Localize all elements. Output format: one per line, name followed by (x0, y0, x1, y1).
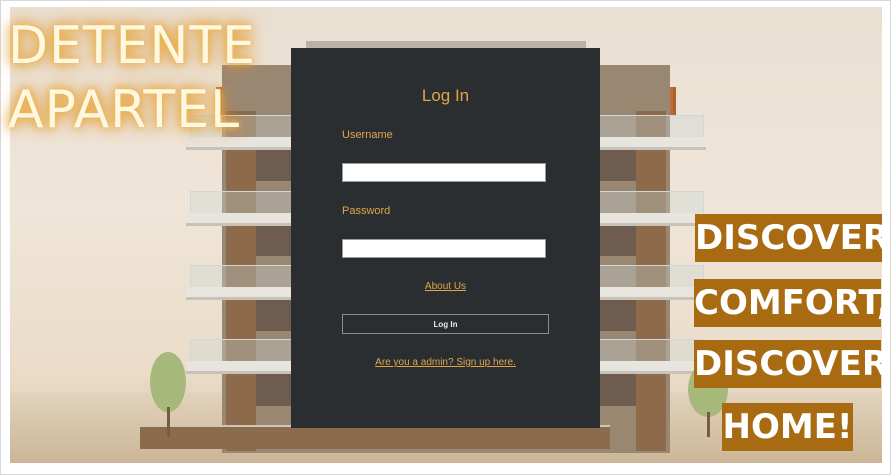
login-title: Log In (421, 86, 470, 105)
brand-line-2: APARTEL (8, 80, 241, 140)
username-input[interactable] (342, 163, 546, 182)
tagline-line-4: HOME! (722, 403, 853, 451)
about-us-link[interactable]: About Us (291, 281, 600, 292)
fence (140, 425, 610, 449)
brand-logo: DETENTE APARTEL (8, 14, 256, 142)
login-panel: Log In Username Password About Us Log In… (291, 48, 600, 428)
username-label: Username (342, 129, 393, 141)
admin-signup-link[interactable]: Are you a admin? Sign up here. (291, 357, 600, 368)
tagline-line-3: DISCOVER (694, 340, 888, 388)
brand-line-1: DETENTE (8, 16, 257, 76)
tagline-line-1: DISCOVER (695, 214, 889, 262)
password-input[interactable] (342, 239, 546, 258)
login-button[interactable]: Log In (342, 314, 549, 334)
tagline-line-2: COMFORT, (694, 279, 890, 327)
password-label: Password (342, 205, 391, 217)
